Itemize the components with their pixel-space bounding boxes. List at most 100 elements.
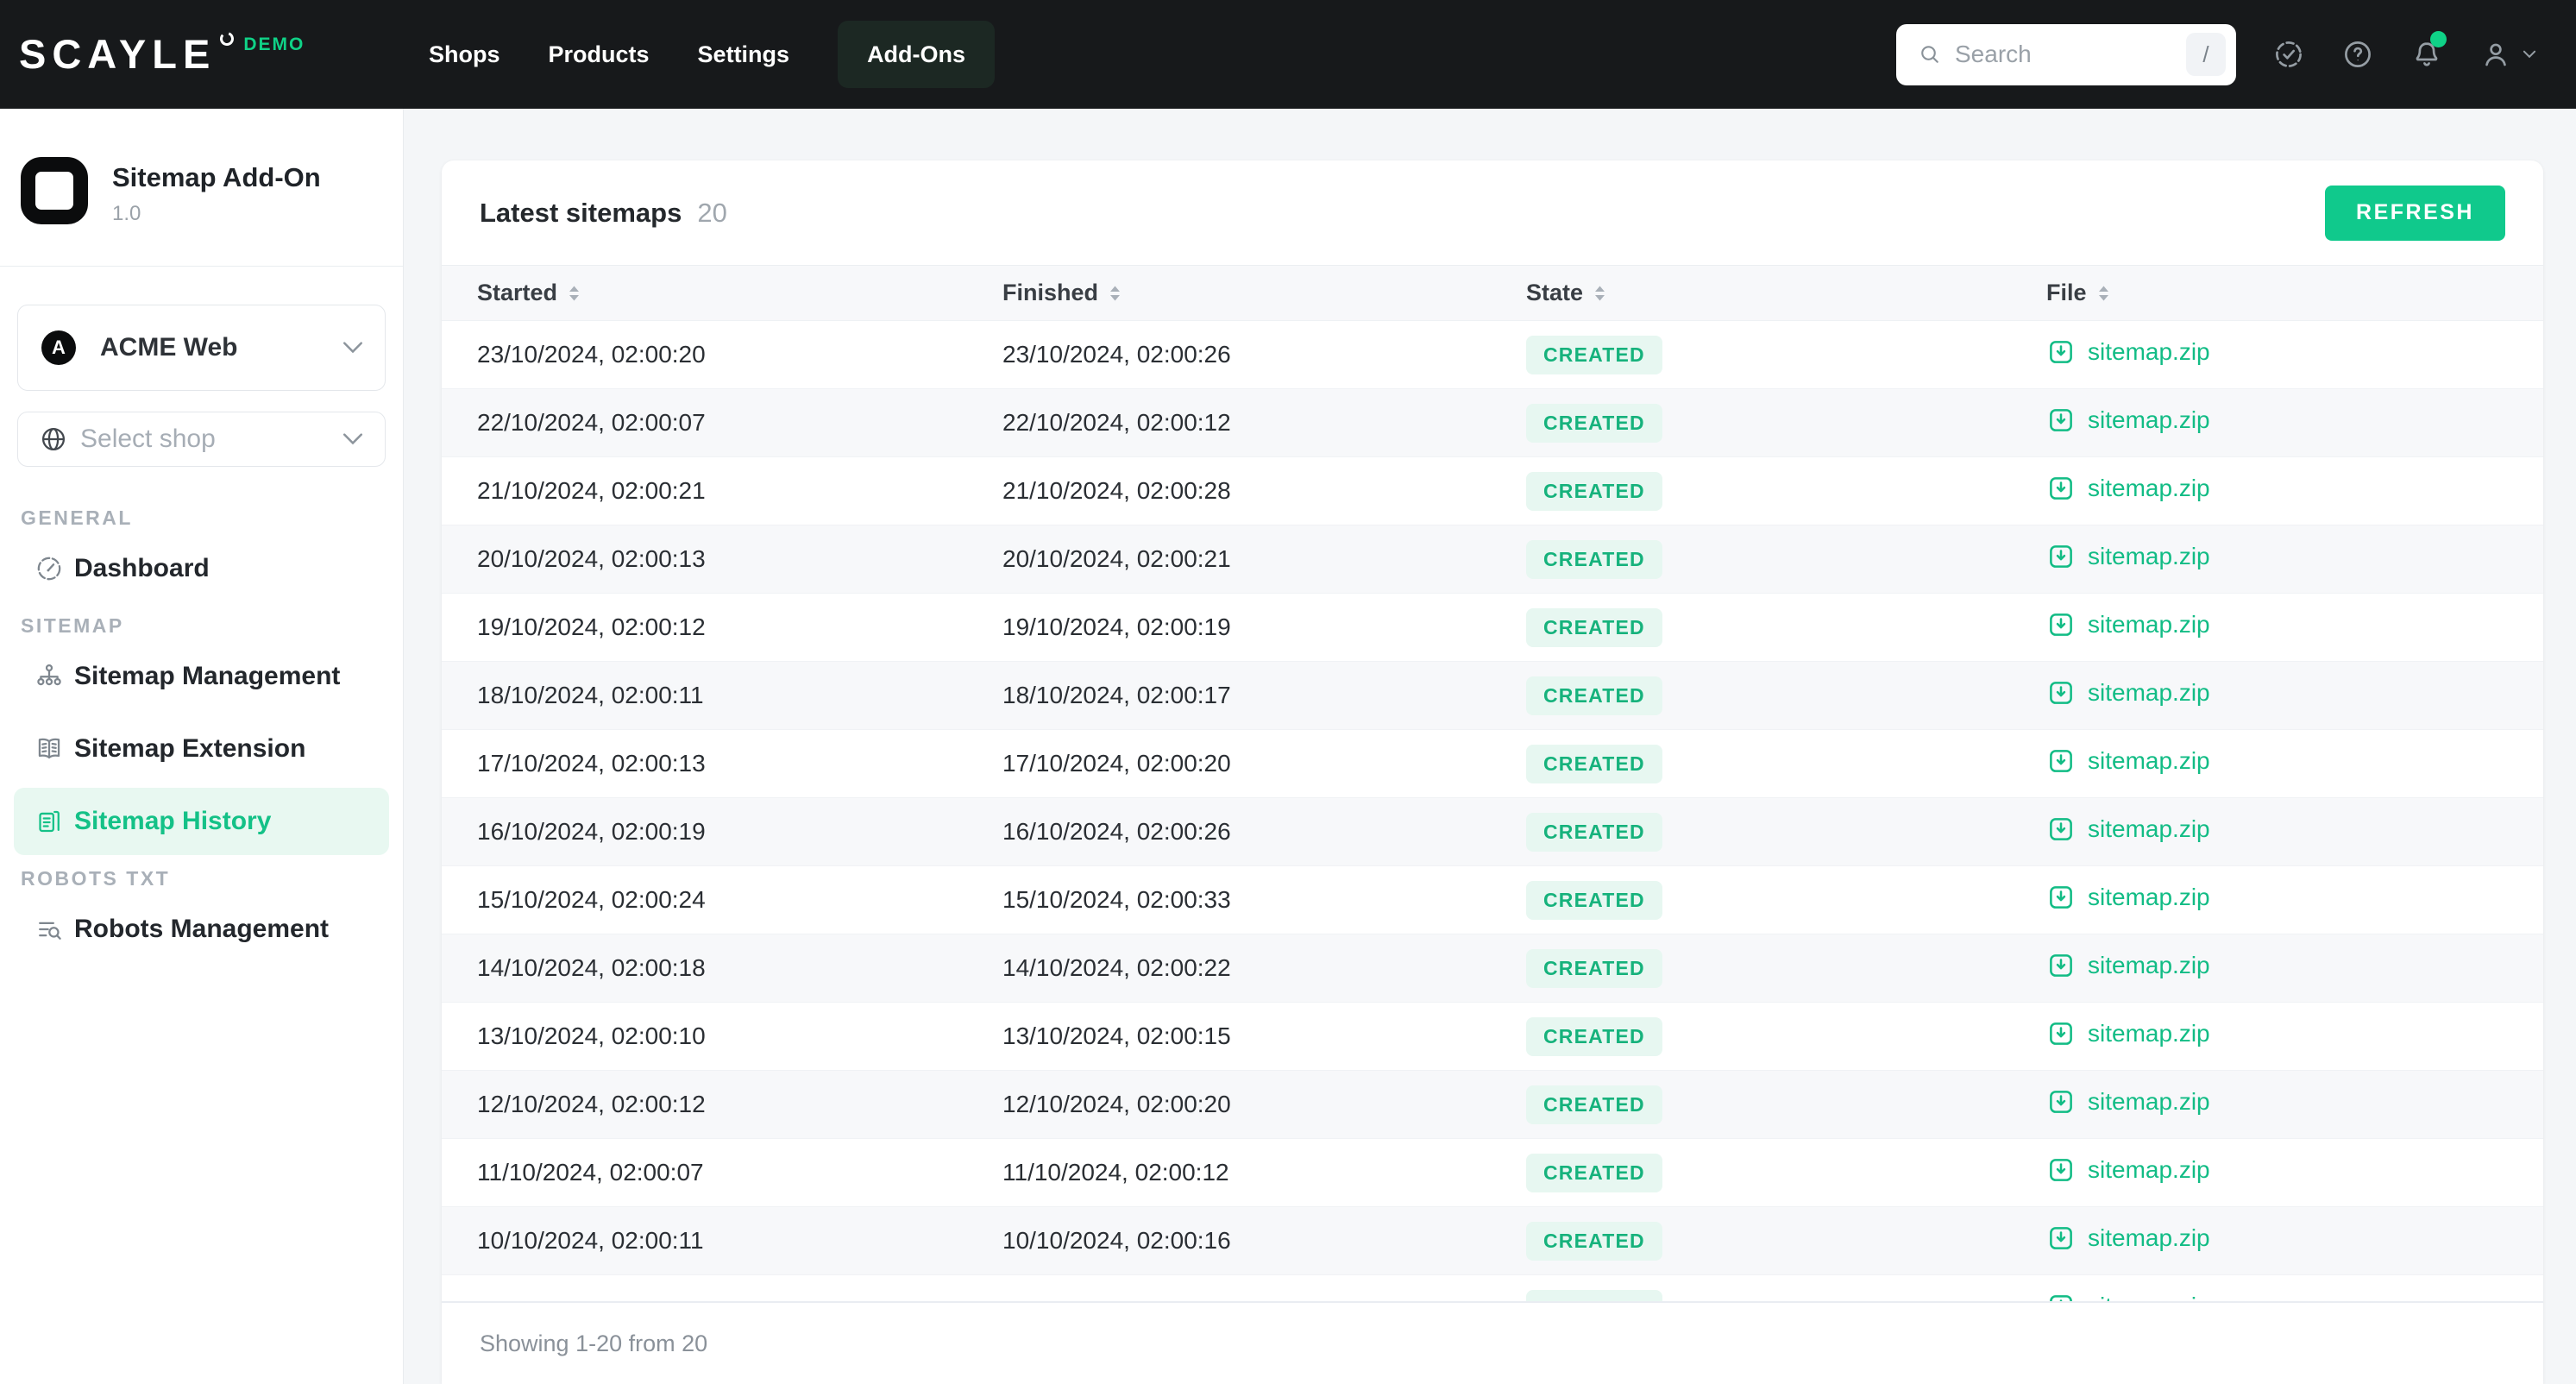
nav-settings[interactable]: Settings xyxy=(698,41,790,68)
account-menu[interactable] xyxy=(2479,38,2536,71)
page-title: Latest sitemaps xyxy=(480,197,682,228)
download-file-icon xyxy=(2050,544,2072,568)
download-file-icon xyxy=(2050,613,2072,636)
file-download-link[interactable]: sitemap.zip xyxy=(2046,951,2210,980)
shop-selector[interactable]: Select shop xyxy=(17,412,386,467)
nav-products[interactable]: Products xyxy=(549,41,650,68)
refresh-button[interactable]: REFRESH xyxy=(2325,185,2505,241)
chevron-down-icon xyxy=(342,433,363,445)
cell-state: CREATED xyxy=(1526,471,2046,511)
sidebar-item-sitemap-extension[interactable]: Sitemap Extension xyxy=(14,715,389,783)
column-header-started[interactable]: Started xyxy=(477,280,1002,306)
column-header-state[interactable]: State xyxy=(1526,280,2046,306)
file-download-link[interactable]: sitemap.zip xyxy=(2046,1155,2210,1185)
nav-add-ons[interactable]: Add-Ons xyxy=(838,21,996,88)
file-download-link[interactable]: sitemap.zip xyxy=(2046,1019,2210,1048)
file-download-link[interactable]: sitemap.zip xyxy=(2046,474,2210,503)
download-file-icon xyxy=(2050,1090,2072,1113)
cell-state: CREATED xyxy=(1526,1221,2046,1261)
cell-file: sitemap.zip xyxy=(2046,815,2543,850)
cell-started: 12/10/2024, 02:00:12 xyxy=(477,1091,706,1117)
status-badge: CREATED xyxy=(1526,335,1662,374)
help-button[interactable] xyxy=(2341,38,2374,71)
table-footer: Showing 1-20 from 20 xyxy=(442,1301,2543,1384)
cell-file: sitemap.zip xyxy=(2046,337,2543,373)
file-download-link[interactable]: sitemap.zip xyxy=(2046,883,2210,912)
globe-icon xyxy=(41,427,66,451)
tenant-avatar: A xyxy=(41,330,76,365)
cell-state: CREATED xyxy=(1526,335,2046,374)
sidebar-item-robots-management[interactable]: Robots Management xyxy=(14,896,389,963)
file-download-link[interactable]: sitemap.zip xyxy=(2046,815,2210,844)
section-label-sitemap: SITEMAP xyxy=(21,613,124,637)
file-download-link[interactable]: sitemap.zip xyxy=(2046,337,2210,367)
file-download-link[interactable]: sitemap.zip xyxy=(2046,542,2210,571)
notifications-button[interactable] xyxy=(2410,31,2447,71)
addon-app-icon xyxy=(21,157,88,224)
column-header-file[interactable]: File xyxy=(2046,280,2543,306)
scayle-logo[interactable]: SCAYLE DEMO xyxy=(19,24,355,85)
sidebar-item-dashboard[interactable]: Dashboard xyxy=(14,535,389,602)
cell-file: sitemap.zip xyxy=(2046,1224,2543,1259)
table-row: 17/10/2024, 02:00:13 17/10/2024, 02:00:2… xyxy=(442,730,2543,798)
status-badge: CREATED xyxy=(1526,812,1662,852)
download-file-icon xyxy=(2050,1022,2072,1045)
cell-started: 17/10/2024, 02:00:13 xyxy=(477,750,706,777)
cell-file: sitemap.zip xyxy=(2046,610,2543,645)
table-body: 23/10/2024, 02:00:20 23/10/2024, 02:00:2… xyxy=(442,321,2543,1343)
notification-dot xyxy=(2430,31,2447,47)
file-download-link[interactable]: sitemap.zip xyxy=(2046,746,2210,776)
cell-started: 13/10/2024, 02:00:10 xyxy=(477,1022,706,1049)
cell-finished: 17/10/2024, 02:00:20 xyxy=(1002,750,1231,777)
latest-sitemaps-card: Latest sitemaps 20 REFRESH Started Finis… xyxy=(442,160,2543,1384)
cell-state: CREATED xyxy=(1526,676,2046,715)
sort-icon xyxy=(1595,286,1605,300)
sort-icon xyxy=(2098,286,2108,300)
section-label-general: GENERAL xyxy=(21,506,133,529)
file-download-link[interactable]: sitemap.zip xyxy=(2046,610,2210,639)
cell-started: 20/10/2024, 02:00:13 xyxy=(477,545,706,572)
sidebar-item-sitemap-history[interactable]: Sitemap History xyxy=(14,788,389,855)
table-row: 18/10/2024, 02:00:11 18/10/2024, 02:00:1… xyxy=(442,662,2543,730)
help-icon xyxy=(2345,41,2371,67)
nav-shops[interactable]: Shops xyxy=(429,41,500,68)
tenant-selector[interactable]: A ACME Web xyxy=(17,305,386,391)
addon-header: Sitemap Add-On 1.0 xyxy=(0,157,403,226)
table-row: 12/10/2024, 02:00:12 12/10/2024, 02:00:2… xyxy=(442,1071,2543,1139)
sidebar-divider xyxy=(0,266,403,267)
file-download-link[interactable]: sitemap.zip xyxy=(2046,1224,2210,1253)
tasks-button[interactable] xyxy=(2272,38,2305,71)
tenant-name: ACME Web xyxy=(100,333,238,362)
sidebar-item-label: Robots Management xyxy=(74,915,330,943)
table-header-row: Started Finished State File xyxy=(442,266,2543,321)
main-nav: Shops Products Settings Add-Ons xyxy=(429,21,996,88)
sitemap-extension-icon xyxy=(38,738,60,759)
card-header: Latest sitemaps 20 REFRESH xyxy=(442,160,2543,266)
sidebar-item-label: Sitemap Management xyxy=(74,662,341,690)
cell-started: 18/10/2024, 02:00:11 xyxy=(477,682,704,708)
topbar-right: / xyxy=(1896,23,2536,85)
table-row: 14/10/2024, 02:00:18 14/10/2024, 02:00:2… xyxy=(442,934,2543,1003)
cell-file: sitemap.zip xyxy=(2046,883,2543,918)
sidebar-item-label: Sitemap History xyxy=(74,807,272,835)
status-badge: CREATED xyxy=(1526,948,1662,988)
user-icon xyxy=(2485,43,2506,66)
cell-state: CREATED xyxy=(1526,607,2046,647)
cell-started: 14/10/2024, 02:00:18 xyxy=(477,954,706,981)
search-input[interactable] xyxy=(1955,41,2186,68)
sidebar: Sitemap Add-On 1.0 A ACME Web Select sho… xyxy=(0,109,404,1384)
search-box[interactable]: / xyxy=(1896,23,2236,85)
sitemaps-count: 20 xyxy=(697,197,727,228)
status-badge: CREATED xyxy=(1526,676,1662,715)
download-file-icon xyxy=(2050,408,2072,431)
table-row: 16/10/2024, 02:00:19 16/10/2024, 02:00:2… xyxy=(442,798,2543,866)
cell-file: sitemap.zip xyxy=(2046,1019,2543,1054)
file-download-link[interactable]: sitemap.zip xyxy=(2046,406,2210,435)
column-header-finished[interactable]: Finished xyxy=(1002,280,1526,306)
sidebar-item-sitemap-management[interactable]: Sitemap Management xyxy=(14,643,389,710)
table-row: 15/10/2024, 02:00:24 15/10/2024, 02:00:3… xyxy=(442,866,2543,934)
file-download-link[interactable]: sitemap.zip xyxy=(2046,1087,2210,1117)
file-download-link[interactable]: sitemap.zip xyxy=(2046,678,2210,708)
cell-state: CREATED xyxy=(1526,812,2046,852)
cell-file: sitemap.zip xyxy=(2046,678,2543,714)
